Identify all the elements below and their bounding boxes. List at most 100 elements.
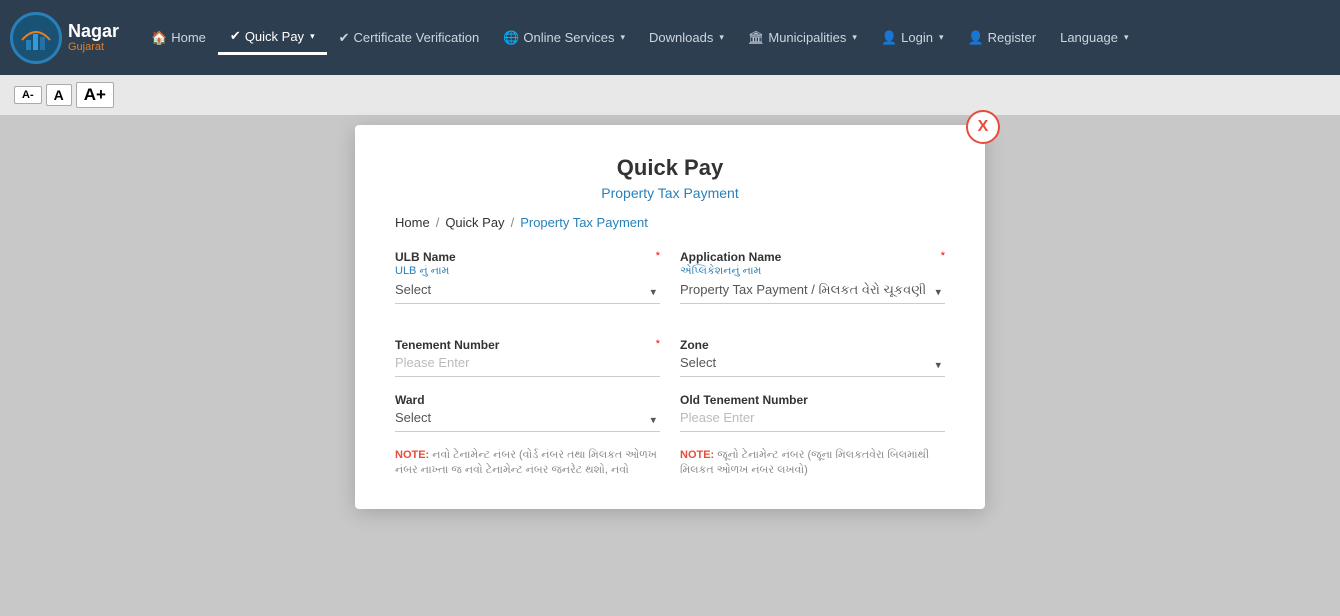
note-right: NOTE: જૂનો ટેનામેન્ટ નંબર (જૂના મિલકતવેર… bbox=[680, 448, 945, 479]
nav-label-cert: Certificate Verification bbox=[354, 30, 480, 45]
nav-label-language: Language bbox=[1060, 30, 1118, 45]
nav-link-register[interactable]: 👤 Register bbox=[955, 22, 1048, 54]
downloads-caret: ▾ bbox=[719, 32, 724, 43]
note-left: NOTE: નવો ટેનામેન્ટ નંબર (વોર્ડ નંબર તથા… bbox=[395, 448, 660, 479]
ulb-name-label-guj: ULB નું નામ bbox=[395, 265, 660, 278]
nav-label-login: Login bbox=[901, 30, 933, 45]
ward-group: Ward Select ▾ bbox=[395, 393, 660, 432]
logo-sub: Gujarat bbox=[68, 41, 119, 53]
nav-label-home: Home bbox=[171, 30, 206, 45]
nav-item-home[interactable]: 🏠 Home bbox=[139, 22, 218, 54]
application-name-select-wrap: Property Tax Payment / મિલકત વેરો ચૂકવણી… bbox=[680, 280, 945, 304]
nav-label-municipalities: Municipalities bbox=[768, 30, 846, 45]
breadcrumb-current: Property Tax Payment bbox=[520, 215, 648, 230]
nav-label-downloads: Downloads bbox=[649, 30, 713, 45]
logo[interactable]: Nagar Gujarat bbox=[10, 12, 119, 64]
nav-link-language[interactable]: Language ▾ bbox=[1048, 22, 1140, 53]
logo-name: Nagar bbox=[68, 22, 119, 42]
ward-select-wrap: Select ▾ bbox=[395, 408, 660, 432]
quickpay-caret: ▾ bbox=[310, 31, 315, 42]
application-name-select[interactable]: Property Tax Payment / મિલકત વેરો ચૂકવણી bbox=[680, 280, 945, 299]
old-tenement-input[interactable] bbox=[680, 408, 945, 427]
nav-label-register: Register bbox=[988, 30, 1036, 45]
navbar: Nagar Gujarat 🏠 Home ✔ Quick Pay ▾ ✔ Cer… bbox=[0, 0, 1340, 75]
breadcrumb-home[interactable]: Home bbox=[395, 215, 430, 230]
old-tenement-label: Old Tenement Number bbox=[680, 393, 945, 407]
ulb-required-star: * bbox=[656, 250, 660, 262]
ulb-name-select-wrap: Select ▾ bbox=[395, 280, 660, 304]
old-tenement-group: Old Tenement Number bbox=[680, 393, 945, 432]
font-small-button[interactable]: A- bbox=[14, 86, 42, 104]
zone-label: Zone bbox=[680, 338, 945, 352]
page-background: X Quick Pay Property Tax Payment Home / … bbox=[0, 115, 1340, 616]
tenement-number-group: * Tenement Number bbox=[395, 338, 660, 377]
form-row-2: * Tenement Number Zone Select ▾ bbox=[395, 338, 945, 377]
login-caret: ▾ bbox=[939, 32, 944, 43]
modal-subtitle: Property Tax Payment bbox=[395, 185, 945, 201]
notes-row: NOTE: નવો ટેનામેન્ટ નંબર (વોર્ડ નંબર તથા… bbox=[395, 448, 945, 479]
note-right-text: જૂનો ટેનામેન્ટ નંબર (જૂના મિલકતવેરા બિલમ… bbox=[680, 449, 929, 476]
login-icon: 👤 bbox=[881, 30, 897, 46]
nav-link-downloads[interactable]: Downloads ▾ bbox=[637, 22, 736, 53]
cert-icon: ✔ bbox=[339, 30, 350, 46]
form-row-1: * ULB Name ULB નું નામ Select ▾ * Applic… bbox=[395, 250, 945, 304]
municipalities-icon: 🏛 bbox=[748, 30, 765, 46]
tenement-required-star: * bbox=[656, 338, 660, 350]
zone-select-wrap: Select ▾ bbox=[680, 353, 945, 377]
breadcrumb-sep-2: / bbox=[511, 215, 515, 230]
font-large-button[interactable]: A+ bbox=[76, 82, 114, 108]
nav-item-quickpay[interactable]: ✔ Quick Pay ▾ bbox=[218, 20, 327, 55]
nav-label-quickpay: Quick Pay bbox=[245, 29, 304, 44]
ward-label: Ward bbox=[395, 393, 660, 407]
municipalities-caret: ▾ bbox=[852, 32, 857, 43]
nav-item-online[interactable]: 🌐 Online Services ▾ bbox=[491, 22, 637, 54]
online-icon: 🌐 bbox=[503, 30, 519, 46]
note-left-label: NOTE: bbox=[395, 449, 429, 461]
font-medium-button[interactable]: A bbox=[46, 84, 72, 106]
note-right-label: NOTE: bbox=[680, 449, 714, 461]
close-button[interactable]: X bbox=[966, 110, 1000, 144]
breadcrumb: Home / Quick Pay / Property Tax Payment bbox=[395, 215, 945, 230]
nav-item-login[interactable]: 👤 Login ▾ bbox=[869, 22, 956, 54]
modal-title: Quick Pay bbox=[395, 155, 945, 181]
online-caret: ▾ bbox=[620, 32, 625, 43]
breadcrumb-sep-1: / bbox=[436, 215, 440, 230]
font-controls: A- A A+ bbox=[0, 75, 1340, 115]
nav-item-municipalities[interactable]: 🏛 Municipalities ▾ bbox=[736, 22, 869, 54]
tenement-input[interactable] bbox=[395, 353, 660, 372]
language-caret: ▾ bbox=[1124, 32, 1129, 43]
zone-select[interactable]: Select bbox=[680, 353, 945, 372]
nav-link-quickpay[interactable]: ✔ Quick Pay ▾ bbox=[218, 20, 327, 55]
logo-icon bbox=[10, 12, 62, 64]
application-name-label: Application Name bbox=[680, 250, 945, 264]
breadcrumb-quickpay[interactable]: Quick Pay bbox=[445, 215, 504, 230]
nav-link-login[interactable]: 👤 Login ▾ bbox=[869, 22, 956, 54]
nav-link-municipalities[interactable]: 🏛 Municipalities ▾ bbox=[736, 22, 869, 54]
nav-item-language[interactable]: Language ▾ bbox=[1048, 22, 1140, 53]
quickpay-icon: ✔ bbox=[230, 28, 241, 44]
application-name-group: * Application Name એપ્લિકેશનનું નામ Prop… bbox=[680, 250, 945, 304]
ulb-name-label: ULB Name bbox=[395, 250, 660, 264]
old-tenement-input-wrap bbox=[680, 408, 945, 432]
application-name-label-guj: એપ્લિકેશનનું નામ bbox=[680, 265, 945, 278]
nav-item-downloads[interactable]: Downloads ▾ bbox=[637, 22, 736, 53]
nav-item-cert[interactable]: ✔ Certificate Verification bbox=[327, 22, 492, 54]
nav-link-cert[interactable]: ✔ Certificate Verification bbox=[327, 22, 492, 54]
nav-menu: 🏠 Home ✔ Quick Pay ▾ ✔ Certificate Verif… bbox=[139, 20, 1330, 55]
app-required-star: * bbox=[941, 250, 945, 262]
nav-link-home[interactable]: 🏠 Home bbox=[139, 22, 218, 54]
note-left-text: નવો ટેનામેન્ટ નંબર (વોર્ડ નંબર તથા મિલકત… bbox=[395, 449, 657, 476]
ulb-name-select[interactable]: Select bbox=[395, 280, 660, 299]
form-row-3: Ward Select ▾ Old Tenement Number bbox=[395, 393, 945, 432]
nav-link-online[interactable]: 🌐 Online Services ▾ bbox=[491, 22, 637, 54]
ward-select[interactable]: Select bbox=[395, 408, 660, 427]
tenement-label: Tenement Number bbox=[395, 338, 660, 352]
nav-label-online: Online Services bbox=[523, 30, 614, 45]
home-icon: 🏠 bbox=[151, 30, 167, 46]
zone-group: Zone Select ▾ bbox=[680, 338, 945, 377]
ulb-name-group: * ULB Name ULB નું નામ Select ▾ bbox=[395, 250, 660, 304]
tenement-input-wrap bbox=[395, 353, 660, 377]
quick-pay-modal: X Quick Pay Property Tax Payment Home / … bbox=[355, 125, 985, 509]
register-icon: 👤 bbox=[967, 30, 983, 46]
nav-item-register[interactable]: 👤 Register bbox=[955, 22, 1048, 54]
